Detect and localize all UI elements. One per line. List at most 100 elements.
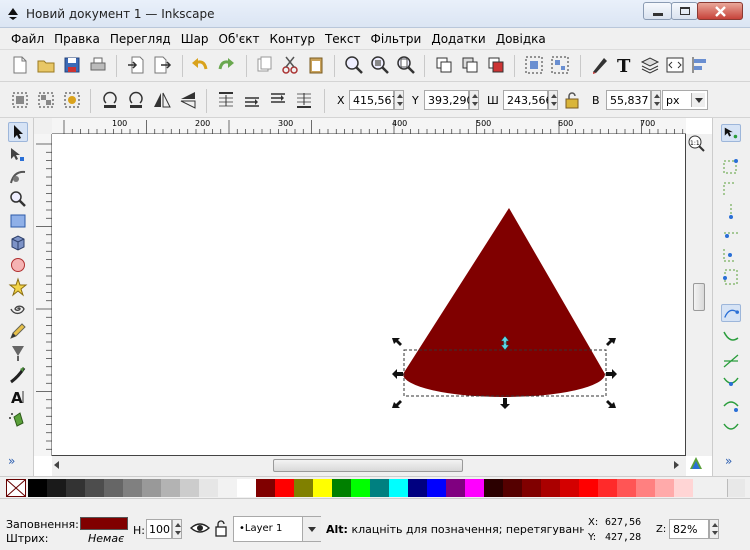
palette-swatch[interactable] bbox=[66, 479, 85, 497]
toolbox-more-icon[interactable]: » bbox=[8, 454, 15, 468]
menu-extensions[interactable]: Додатки bbox=[426, 32, 490, 46]
scroll-left-icon[interactable] bbox=[54, 461, 59, 469]
palette-swatch[interactable] bbox=[142, 479, 161, 497]
palette-swatch[interactable] bbox=[28, 479, 47, 497]
zoom-1to1-icon[interactable]: 1:1 bbox=[686, 134, 712, 156]
snap-nodes-icon[interactable] bbox=[721, 304, 741, 322]
menu-file[interactable]: Файл bbox=[6, 32, 49, 46]
rotate-cw-icon[interactable] bbox=[126, 90, 146, 110]
select-all-layers-icon[interactable] bbox=[36, 90, 56, 110]
y-stepper[interactable] bbox=[469, 90, 479, 110]
fill-indicator[interactable] bbox=[80, 517, 128, 530]
palette-swatch[interactable] bbox=[655, 479, 674, 497]
horizontal-scrollbar[interactable] bbox=[52, 455, 686, 476]
palette-scroll-arrow[interactable] bbox=[727, 479, 745, 497]
menu-edit[interactable]: Правка bbox=[49, 32, 105, 46]
palette-swatch[interactable] bbox=[294, 479, 313, 497]
eye-visibility-icon[interactable] bbox=[190, 520, 210, 536]
spiral-tool-icon[interactable] bbox=[8, 299, 28, 319]
palette-swatch[interactable] bbox=[522, 479, 541, 497]
group-icon[interactable] bbox=[524, 55, 544, 75]
palette-swatch[interactable] bbox=[47, 479, 66, 497]
palette-swatch[interactable] bbox=[674, 479, 693, 497]
palette-swatch[interactable] bbox=[332, 479, 351, 497]
layer-select[interactable]: •Layer 1 bbox=[233, 516, 321, 542]
opacity-stepper[interactable] bbox=[172, 519, 182, 539]
vertical-scroll-thumb[interactable] bbox=[693, 283, 705, 311]
palette-swatch[interactable] bbox=[389, 479, 408, 497]
palette-swatch[interactable] bbox=[541, 479, 560, 497]
zoom-page-icon[interactable] bbox=[396, 55, 416, 75]
horizontal-ruler[interactable]: 100 200 300 400 500 600 700 bbox=[52, 118, 686, 134]
new-document-icon[interactable] bbox=[10, 55, 30, 75]
snap-bbox-center-icon[interactable] bbox=[721, 246, 741, 264]
horizontal-scroll-thumb[interactable] bbox=[273, 459, 463, 472]
lower-to-bottom-icon[interactable] bbox=[294, 90, 314, 110]
snap-midpoints-icon[interactable] bbox=[721, 418, 741, 436]
duplicate-icon[interactable] bbox=[254, 55, 274, 75]
unlink-clone-icon[interactable] bbox=[486, 55, 506, 75]
save-icon[interactable] bbox=[62, 55, 82, 75]
palette-swatch[interactable] bbox=[465, 479, 484, 497]
calligraphy-tool-icon[interactable] bbox=[8, 365, 28, 385]
palette-swatch[interactable] bbox=[123, 479, 142, 497]
palette-swatch[interactable] bbox=[180, 479, 199, 497]
print-icon[interactable] bbox=[88, 55, 108, 75]
select-all-icon[interactable] bbox=[10, 90, 30, 110]
spray-tool-icon[interactable] bbox=[8, 409, 28, 429]
undo-icon[interactable] bbox=[190, 55, 210, 75]
palette-swatch[interactable] bbox=[636, 479, 655, 497]
palette-swatch[interactable] bbox=[484, 479, 503, 497]
y-field[interactable]: 393,290 bbox=[424, 90, 474, 110]
menu-object[interactable]: Об'єкт bbox=[214, 32, 265, 46]
x-field[interactable]: 415,567 bbox=[349, 90, 399, 110]
menu-view[interactable]: Перегляд bbox=[105, 32, 176, 46]
palette-swatch[interactable] bbox=[617, 479, 636, 497]
import-icon[interactable] bbox=[126, 55, 146, 75]
snap-intersections-icon[interactable] bbox=[721, 352, 741, 370]
palette-swatch[interactable] bbox=[161, 479, 180, 497]
unit-select[interactable]: px bbox=[662, 90, 708, 110]
text-font-icon[interactable]: T bbox=[615, 55, 635, 75]
star-tool-icon[interactable] bbox=[8, 277, 28, 297]
palette-swatch[interactable] bbox=[275, 479, 294, 497]
vertical-ruler[interactable] bbox=[34, 134, 52, 456]
node-tool-icon[interactable] bbox=[8, 145, 28, 165]
layer-lock-icon[interactable] bbox=[214, 519, 228, 537]
fill-stroke-icon[interactable] bbox=[590, 55, 610, 75]
duplicate-object-icon[interactable] bbox=[434, 55, 454, 75]
lock-icon[interactable] bbox=[562, 90, 582, 110]
cut-icon[interactable] bbox=[280, 55, 300, 75]
snap-bbox-midpoint-icon[interactable] bbox=[721, 224, 741, 242]
snap-bbox-icon[interactable] bbox=[721, 158, 741, 176]
snap-page-border-icon[interactable] bbox=[721, 268, 741, 286]
snap-enable-icon[interactable] bbox=[721, 124, 741, 142]
menu-layer[interactable]: Шар bbox=[176, 32, 214, 46]
stroke-indicator[interactable]: Немає bbox=[88, 532, 124, 545]
snap-bbox-edge-icon[interactable] bbox=[721, 180, 741, 198]
palette-swatch[interactable] bbox=[85, 479, 104, 497]
width-stepper[interactable] bbox=[548, 90, 558, 110]
menu-path[interactable]: Контур bbox=[265, 32, 320, 46]
palette-swatch[interactable] bbox=[313, 479, 332, 497]
palette-swatch[interactable] bbox=[503, 479, 522, 497]
xml-editor-icon[interactable] bbox=[665, 55, 685, 75]
palette-swatch[interactable] bbox=[199, 479, 218, 497]
palette-swatch[interactable] bbox=[218, 479, 237, 497]
drawing-canvas[interactable] bbox=[52, 134, 686, 456]
maximize-button[interactable] bbox=[671, 2, 698, 20]
snap-smooth-nodes-icon[interactable] bbox=[721, 396, 741, 414]
pencil-tool-icon[interactable] bbox=[8, 321, 28, 341]
align-distribute-icon[interactable] bbox=[690, 55, 710, 75]
flip-horizontal-icon[interactable] bbox=[152, 90, 172, 110]
palette-swatch[interactable] bbox=[446, 479, 465, 497]
text-tool-icon[interactable]: A bbox=[8, 387, 28, 407]
deselect-icon[interactable] bbox=[62, 90, 82, 110]
3d-box-tool-icon[interactable] bbox=[8, 233, 28, 253]
snap-cusp-nodes-icon[interactable] bbox=[721, 374, 741, 392]
zoom-selection-icon[interactable] bbox=[344, 55, 364, 75]
opacity-field[interactable]: 100 bbox=[146, 519, 172, 539]
palette-swatch[interactable] bbox=[408, 479, 427, 497]
snap-bbox-corner-icon[interactable] bbox=[721, 202, 741, 220]
layers-icon[interactable] bbox=[640, 55, 660, 75]
